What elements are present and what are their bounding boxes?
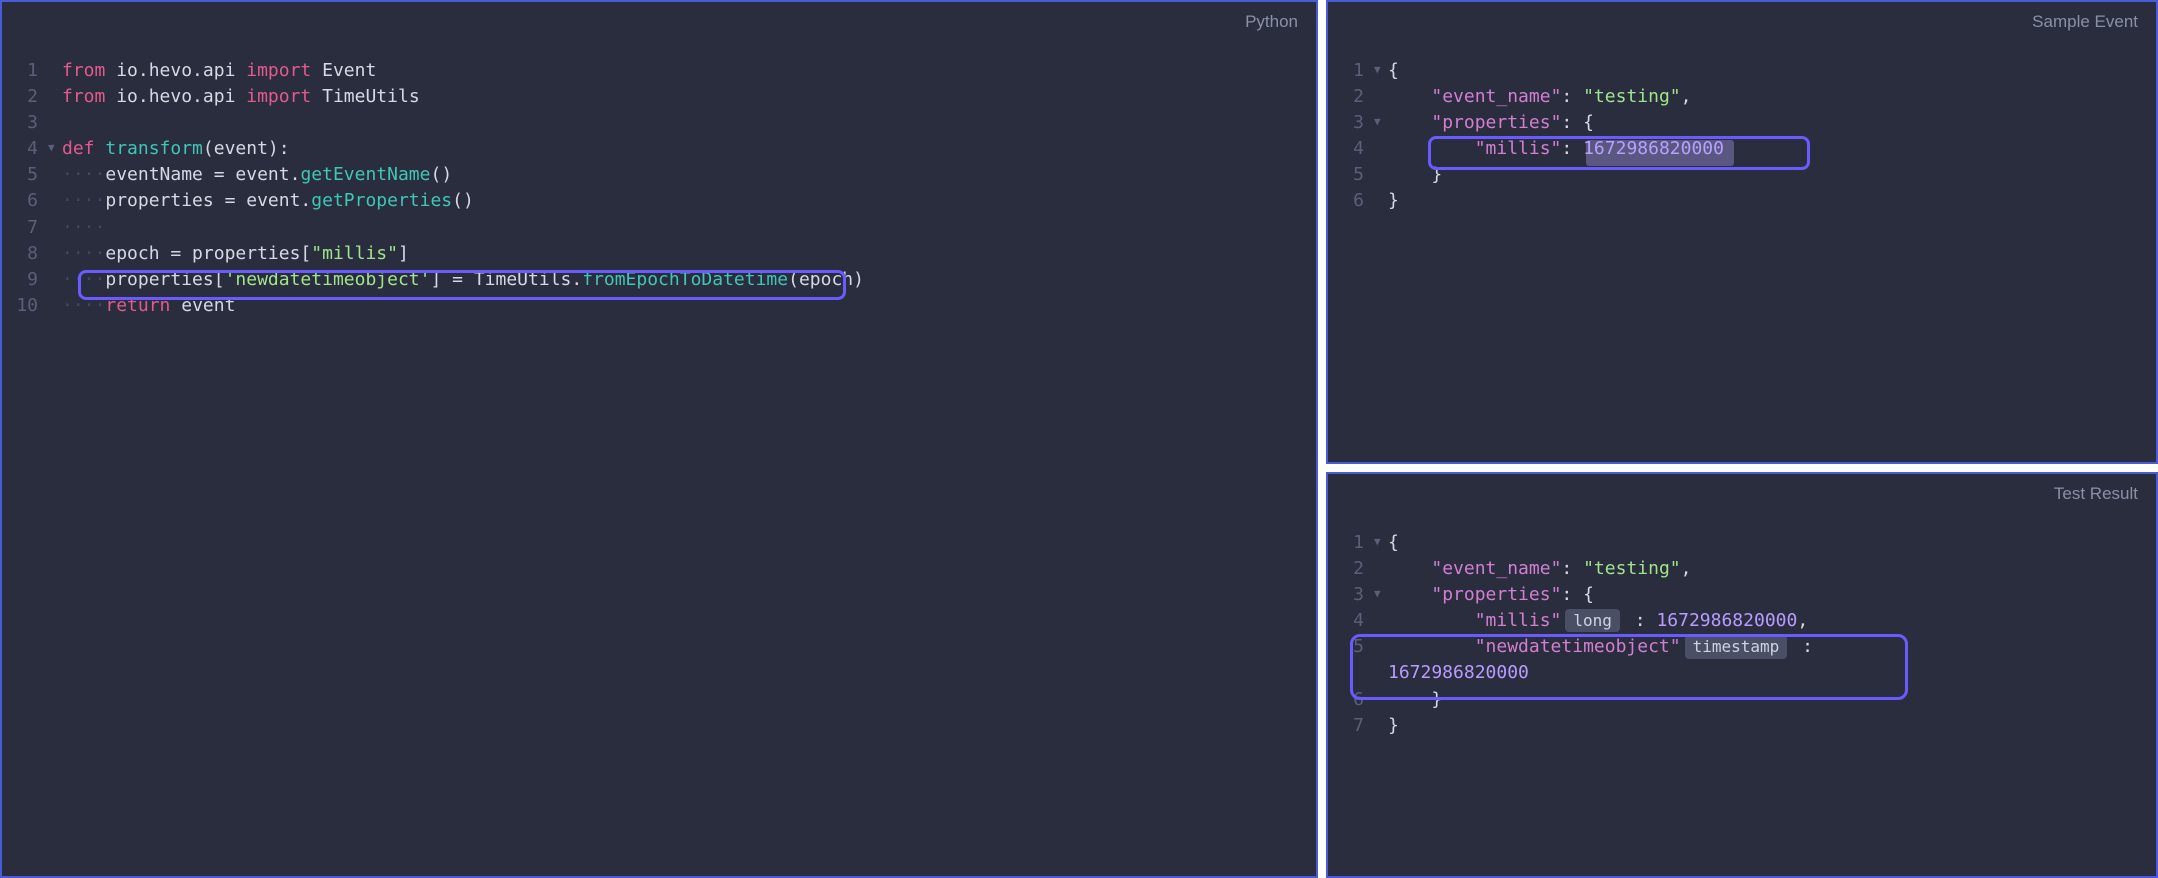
json-string: "testing" [1583, 86, 1681, 107]
code-line[interactable]: 7 ···· [10, 215, 1316, 241]
line-number: 3 [10, 110, 48, 136]
line-number: 3 [1336, 110, 1374, 136]
keyword: def [62, 138, 95, 159]
fold-toggle-icon[interactable]: ▼ [1374, 582, 1388, 602]
fold-gutter [48, 58, 62, 62]
line-number: 6 [1336, 188, 1374, 214]
json-line[interactable]: 5 "newdatetimeobject"timestamp : [1336, 634, 2156, 660]
whitespace-indicator: ···· [62, 217, 105, 238]
line-number: 3 [1336, 582, 1374, 608]
line-number: 5 [1336, 634, 1374, 660]
keyword: import [246, 60, 311, 81]
method-name: getProperties [311, 190, 452, 211]
code-line[interactable]: 5 ····eventName = event.getEventName() [10, 162, 1316, 188]
whitespace-indicator: ···· [62, 164, 105, 185]
keyword: from [62, 60, 105, 81]
json-string: "testing" [1583, 558, 1681, 579]
line-number: 7 [1336, 713, 1374, 739]
string-literal: 'newdatetimeobject' [225, 269, 431, 290]
json-number: 1672986820000 [1388, 662, 1529, 683]
code-line[interactable]: 10 ····return event [10, 293, 1316, 319]
fold-toggle-icon[interactable]: ▼ [1374, 110, 1388, 130]
code-line[interactable]: 6 ····properties = event.getProperties() [10, 188, 1316, 214]
line-number: 1 [1336, 530, 1374, 556]
line-number: 2 [1336, 556, 1374, 582]
whitespace-indicator: ···· [62, 243, 105, 264]
line-number: 8 [10, 241, 48, 267]
pane-title: Test Result [2054, 482, 2138, 507]
keyword: import [246, 86, 311, 107]
line-number: 2 [1336, 84, 1374, 110]
test-result-pane[interactable]: Test Result 1 ▼ { 2 "event_name": "testi… [1326, 472, 2158, 878]
json-line[interactable]: 1 ▼ { [1336, 530, 2156, 556]
json-number: 1672986820000 [1656, 610, 1797, 631]
whitespace-indicator: ···· [62, 190, 105, 211]
json-line[interactable]: 3 ▼ "properties": { [1336, 110, 2156, 136]
json-line[interactable]: 4 "millis"long : 1672986820000, [1336, 608, 2156, 634]
fold-toggle-icon[interactable]: ▼ [1374, 58, 1388, 78]
sample-event-pane[interactable]: Sample Event 1 ▼ { 2 "event_name": "test… [1326, 0, 2158, 464]
json-key: "millis" [1475, 138, 1562, 159]
code-line[interactable]: 2 from io.hevo.api import TimeUtils [10, 84, 1316, 110]
keyword: return [105, 295, 170, 316]
line-number: 5 [1336, 162, 1374, 188]
json-key: "properties" [1431, 584, 1561, 605]
pane-title: Python [1245, 10, 1298, 35]
code-line[interactable]: 9 ····properties['newdatetimeobject'] = … [10, 267, 1316, 293]
json-area[interactable]: 1 ▼ { 2 "event_name": "testing", 3 ▼ "pr… [1328, 474, 2156, 739]
json-key: "properties" [1431, 112, 1561, 133]
json-line[interactable]: 3 ▼ "properties": { [1336, 582, 2156, 608]
fold-toggle-icon[interactable]: ▼ [1374, 530, 1388, 550]
type-badge: long [1565, 609, 1620, 632]
pane-title: Sample Event [2032, 10, 2138, 35]
json-key: "event_name" [1431, 86, 1561, 107]
code-area[interactable]: 1 from io.hevo.api import Event 2 from i… [2, 2, 1316, 319]
json-line[interactable]: 5 } [1336, 162, 2156, 188]
json-key: "millis" [1475, 610, 1562, 631]
json-key: "newdatetimeobject" [1475, 636, 1681, 657]
line-number: 6 [10, 188, 48, 214]
line-number: 6 [1336, 687, 1374, 713]
line-number: 10 [10, 293, 48, 319]
code-editor-pane[interactable]: Python 1 from io.hevo.api import Event 2… [0, 0, 1318, 878]
keyword: from [62, 86, 105, 107]
type-badge: timestamp [1685, 635, 1788, 658]
code-line[interactable]: 1 from io.hevo.api import Event [10, 58, 1316, 84]
line-number: 4 [1336, 136, 1374, 162]
json-line[interactable]: 6 } [1336, 188, 2156, 214]
line-number: 5 [10, 162, 48, 188]
fold-toggle-icon[interactable]: ▼ [48, 136, 62, 156]
method-name: fromEpochToDatetime [582, 269, 788, 290]
string-literal: "millis" [311, 243, 398, 264]
json-line[interactable]: 4 "millis": 1672986820000 [1336, 136, 2156, 162]
json-line-wrap[interactable]: 1672986820000 [1336, 660, 2156, 686]
line-number: 1 [1336, 58, 1374, 84]
whitespace-indicator: ···· [62, 295, 105, 316]
line-number: 9 [10, 267, 48, 293]
json-line[interactable]: 6 } [1336, 687, 2156, 713]
code-line[interactable]: 8 ····epoch = properties["millis"] [10, 241, 1316, 267]
line-number: 2 [10, 84, 48, 110]
line-number: 7 [10, 215, 48, 241]
json-number: 1672986820000 [1583, 138, 1724, 159]
whitespace-indicator: ···· [62, 269, 105, 290]
line-number: 4 [1336, 608, 1374, 634]
json-line[interactable]: 2 "event_name": "testing", [1336, 84, 2156, 110]
json-line[interactable]: 7 } [1336, 713, 2156, 739]
json-line[interactable]: 2 "event_name": "testing", [1336, 556, 2156, 582]
code-line[interactable]: 4 ▼ def transform(event): [10, 136, 1316, 162]
function-name: transform [95, 138, 203, 159]
code-line[interactable]: 3 [10, 110, 1316, 136]
method-name: getEventName [300, 164, 430, 185]
line-number: 4 [10, 136, 48, 162]
json-key: "event_name" [1431, 558, 1561, 579]
line-number: 1 [10, 58, 48, 84]
json-line[interactable]: 1 ▼ { [1336, 58, 2156, 84]
